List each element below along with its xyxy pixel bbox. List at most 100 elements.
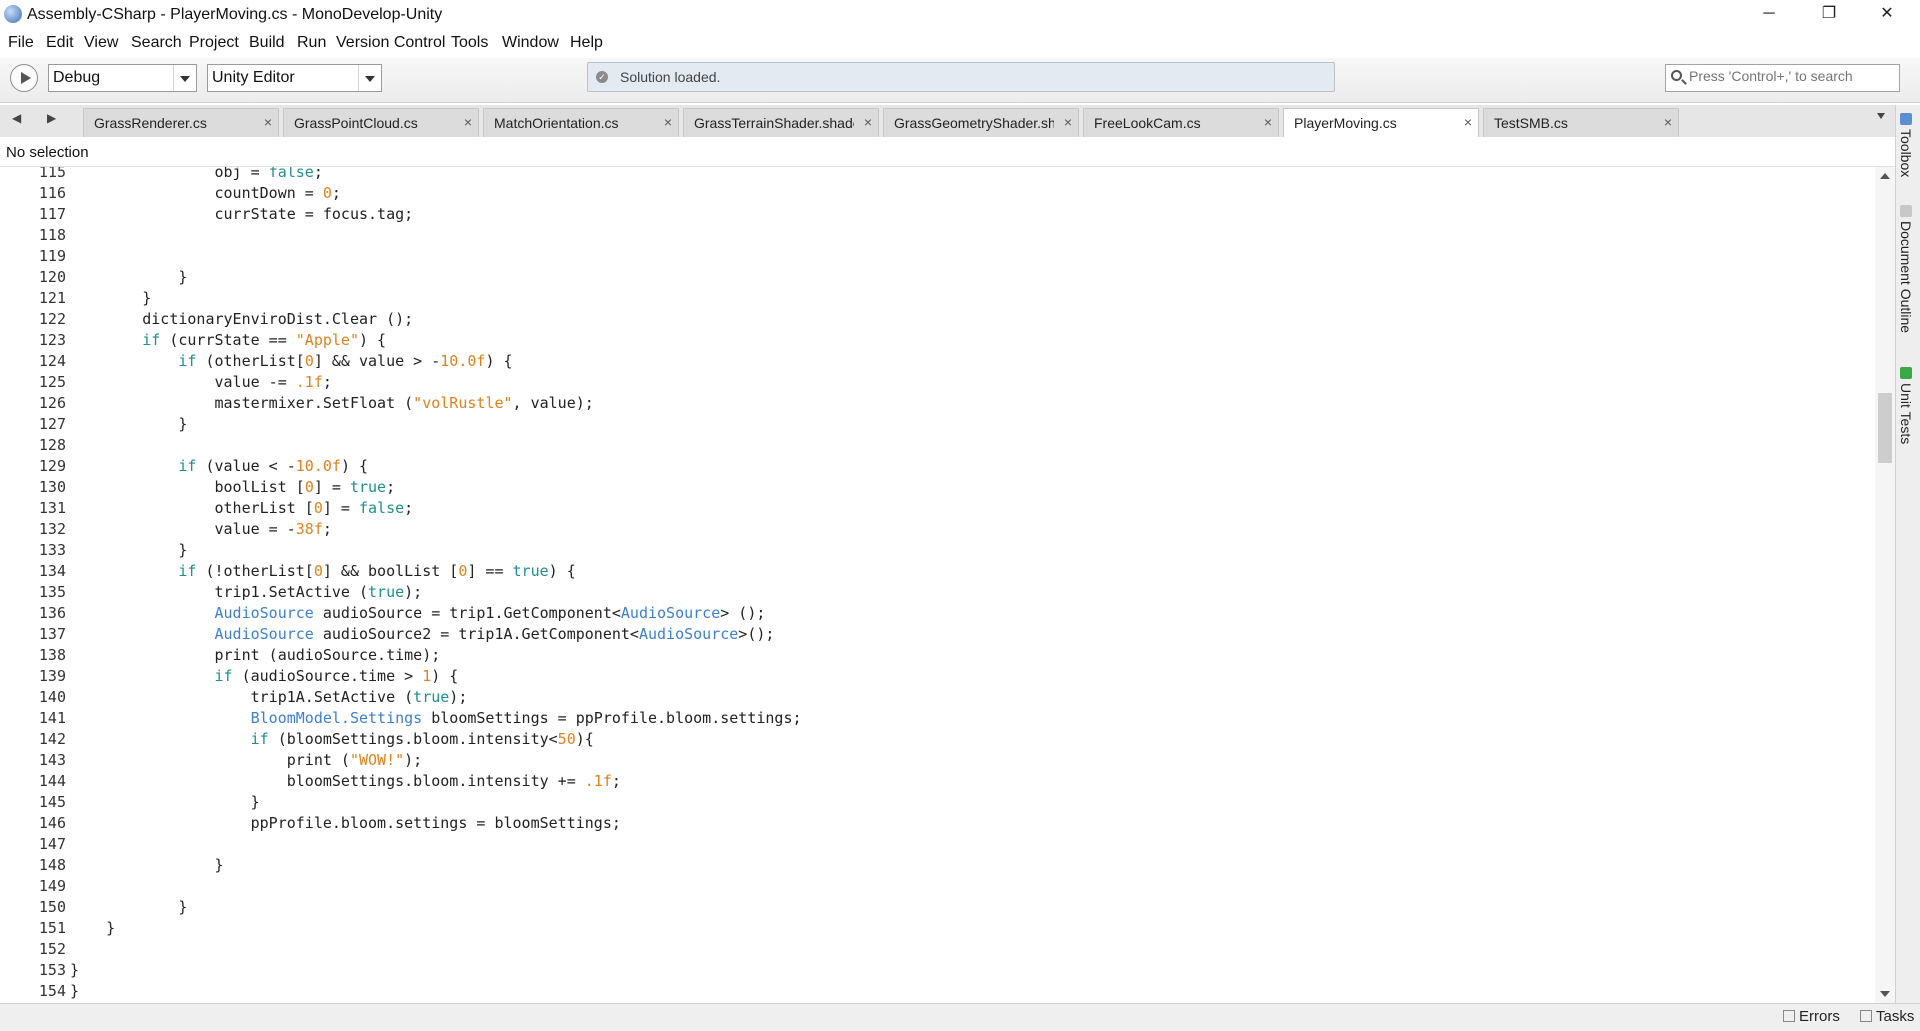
close-icon[interactable]: × bbox=[264, 114, 272, 130]
code-editor[interactable]: 115 obj = false; 116 countDown = 0; 117 cu… bbox=[0, 167, 1875, 1003]
code-line[interactable]: currState = focus.tag; bbox=[70, 205, 413, 223]
menu-search[interactable]: Search bbox=[131, 34, 182, 52]
tab-matchorientation[interactable]: MatchOrientation.cs × bbox=[483, 108, 679, 137]
run-button[interactable] bbox=[10, 64, 38, 92]
menu-window[interactable]: Window bbox=[502, 34, 559, 52]
tab-grassterrainshader[interactable]: GrassTerrainShader.shader × bbox=[683, 108, 879, 137]
dock-toolbox[interactable]: Toolbox bbox=[1898, 113, 1914, 177]
close-icon[interactable]: × bbox=[1664, 114, 1672, 130]
menu-tools[interactable]: Tools bbox=[451, 34, 488, 52]
tab-freelookcam[interactable]: FreeLookCam.cs × bbox=[1083, 108, 1279, 137]
run-target-select[interactable]: Unity Editor bbox=[207, 64, 382, 92]
scroll-down-icon[interactable] bbox=[1880, 991, 1890, 997]
configuration-select[interactable]: Debug bbox=[48, 64, 197, 92]
search-input[interactable] bbox=[1689, 68, 1894, 84]
tab-grasspointcloud[interactable]: GrassPointCloud.cs × bbox=[283, 108, 479, 137]
code-line[interactable]: BloomModel.Settings bloomSettings = ppPr… bbox=[70, 709, 802, 727]
code-line[interactable]: if (currState == "Apple") { bbox=[70, 331, 386, 349]
chevron-down-icon[interactable] bbox=[358, 65, 381, 91]
code-line[interactable]: } bbox=[70, 856, 223, 874]
menu-edit[interactable]: Edit bbox=[46, 34, 74, 52]
close-icon[interactable]: × bbox=[464, 114, 472, 130]
menu-run[interactable]: Run bbox=[297, 34, 326, 52]
close-button[interactable]: ✕ bbox=[1864, 0, 1910, 30]
code-line[interactable]: if (value < -10.0f) { bbox=[70, 457, 368, 475]
token-typ: AudioSource bbox=[214, 604, 314, 622]
code-line[interactable]: print ("WOW!"); bbox=[70, 751, 422, 769]
code-line[interactable]: AudioSource audioSource = trip1.GetCompo… bbox=[70, 604, 766, 622]
token-text: } bbox=[70, 268, 188, 286]
tasks-pad[interactable]: Tasks bbox=[1860, 1008, 1914, 1025]
token-text: } bbox=[70, 961, 80, 979]
code-line[interactable]: print (audioSource.time); bbox=[70, 646, 440, 664]
tab-testsmb[interactable]: TestSMB.cs × bbox=[1483, 108, 1679, 137]
close-icon[interactable]: × bbox=[1464, 114, 1472, 130]
code-line[interactable]: trip1A.SetActive (true); bbox=[70, 688, 468, 706]
code-line[interactable]: } bbox=[70, 961, 79, 979]
menu-version-control[interactable]: Version Control bbox=[336, 34, 445, 52]
restore-button[interactable]: ❐ bbox=[1806, 0, 1852, 30]
tab-list-chevron-icon[interactable] bbox=[1877, 113, 1885, 119]
code-line[interactable]: } bbox=[70, 793, 260, 811]
code-line[interactable]: boolList [0] = true; bbox=[70, 478, 395, 496]
code-line[interactable]: if (!otherList[0] && boolList [0] == tru… bbox=[70, 562, 575, 580]
token-kw: if bbox=[142, 331, 161, 349]
code-line[interactable]: value = -38f; bbox=[70, 520, 331, 538]
right-dock: Toolbox Document Outline Unit Tests bbox=[1895, 105, 1920, 1003]
code-line[interactable]: mastermixer.SetFloat ("volRustle", value… bbox=[70, 394, 593, 412]
dock-document-outline[interactable]: Document Outline bbox=[1898, 205, 1914, 333]
code-line[interactable]: obj = false; bbox=[70, 167, 322, 181]
code-line[interactable]: if (bloomSettings.bloom.intensity<50){ bbox=[70, 730, 594, 748]
tab-forward-icon[interactable]: ▶ bbox=[47, 111, 56, 125]
dock-unit-tests[interactable]: Unit Tests bbox=[1898, 367, 1914, 444]
line-number: 121 bbox=[38, 289, 66, 307]
scroll-up-icon[interactable] bbox=[1880, 173, 1890, 179]
code-line[interactable]: dictionaryEnviroDist.Clear (); bbox=[70, 310, 413, 328]
line-number: 124 bbox=[38, 352, 66, 370]
menu-build[interactable]: Build bbox=[249, 34, 285, 52]
tab-grassrenderer[interactable]: GrassRenderer.cs × bbox=[83, 108, 279, 137]
code-line[interactable]: } bbox=[70, 541, 187, 559]
token-num: 38f bbox=[295, 520, 323, 538]
code-line[interactable]: ppProfile.bloom.settings = bloomSettings… bbox=[70, 814, 621, 832]
code-line[interactable]: } bbox=[70, 268, 187, 286]
code-line[interactable]: } bbox=[70, 415, 187, 433]
global-search[interactable] bbox=[1665, 64, 1900, 92]
code-line[interactable]: } bbox=[70, 898, 187, 916]
breadcrumb[interactable]: No selection bbox=[0, 138, 1895, 167]
chevron-down-icon[interactable] bbox=[173, 65, 196, 91]
document-tabs: ◀ ▶ GrassRenderer.cs × GrassPointCloud.c… bbox=[0, 105, 1895, 137]
token-kw: if bbox=[250, 730, 269, 748]
line-number: 119 bbox=[38, 247, 66, 265]
code-line[interactable]: otherList [0] = false; bbox=[70, 499, 413, 517]
code-line[interactable]: if (audioSource.time > 1) { bbox=[70, 667, 459, 685]
menu-file[interactable]: File bbox=[8, 34, 34, 52]
close-icon[interactable]: × bbox=[664, 114, 672, 130]
close-icon[interactable]: × bbox=[1064, 114, 1072, 130]
tasks-label: Tasks bbox=[1876, 1008, 1915, 1025]
token-text: ) { bbox=[485, 352, 513, 370]
scrollbar-thumb[interactable] bbox=[1878, 393, 1892, 463]
code-line[interactable]: bloomSettings.bloom.intensity += .1f; bbox=[70, 772, 621, 790]
code-line[interactable]: value -= .1f; bbox=[70, 373, 331, 391]
code-line[interactable]: if (otherList[0] && value > -10.0f) { bbox=[70, 352, 513, 370]
editor-scrollbar[interactable] bbox=[1875, 167, 1895, 1003]
code-line[interactable]: } bbox=[70, 289, 151, 307]
menu-view[interactable]: View bbox=[84, 34, 118, 52]
token-text: } bbox=[70, 982, 80, 1000]
close-icon[interactable]: × bbox=[1264, 114, 1272, 130]
tab-grassgeometryshader[interactable]: GrassGeometryShader.shad × bbox=[883, 108, 1079, 137]
close-icon[interactable]: × bbox=[864, 114, 872, 130]
minimize-button[interactable]: ─ bbox=[1746, 0, 1792, 30]
code-line[interactable]: AudioSource audioSource2 = trip1A.GetCom… bbox=[70, 625, 775, 643]
tab-playermoving[interactable]: PlayerMoving.cs × bbox=[1283, 108, 1479, 137]
code-line[interactable]: } bbox=[70, 919, 115, 937]
code-line[interactable]: } bbox=[70, 982, 79, 1000]
menu-project[interactable]: Project bbox=[189, 34, 239, 52]
code-line[interactable]: trip1.SetActive (true); bbox=[70, 583, 422, 601]
errors-pad[interactable]: Errors bbox=[1783, 1008, 1840, 1025]
token-kw: false bbox=[268, 167, 314, 181]
menu-help[interactable]: Help bbox=[570, 34, 603, 52]
code-line[interactable]: countDown = 0; bbox=[70, 184, 340, 202]
tab-back-icon[interactable]: ◀ bbox=[12, 111, 21, 125]
